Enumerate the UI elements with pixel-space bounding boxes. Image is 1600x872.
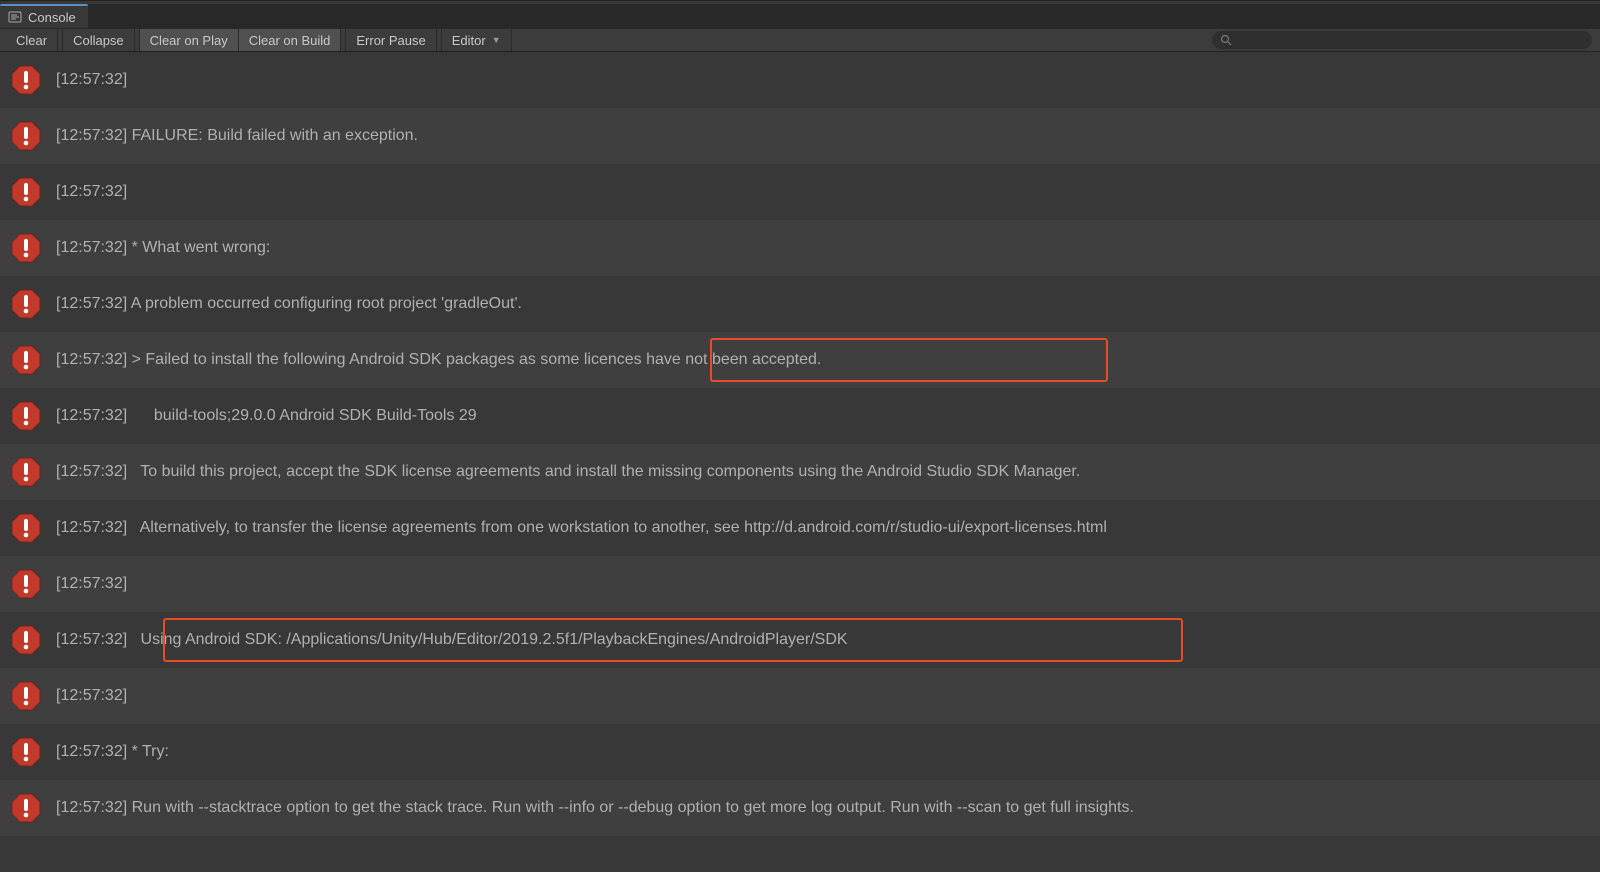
error-icon bbox=[10, 568, 42, 600]
log-message: [12:57:32] Using Android SDK: /Applicati… bbox=[56, 631, 848, 649]
console-tab[interactable]: Console bbox=[0, 4, 88, 28]
log-list: [12:57:32] [12:57:32] FAILURE: Build fai… bbox=[0, 52, 1600, 836]
log-message: [12:57:32] bbox=[56, 183, 127, 201]
log-message: [12:57:32] * What went wrong: bbox=[56, 239, 270, 257]
log-message: [12:57:32] FAILURE: Build failed with an… bbox=[56, 127, 418, 145]
collapse-button[interactable]: Collapse bbox=[62, 29, 135, 51]
error-icon bbox=[10, 288, 42, 320]
error-icon bbox=[10, 680, 42, 712]
error-icon bbox=[10, 736, 42, 768]
log-row[interactable]: [12:57:32] bbox=[0, 52, 1600, 108]
log-row[interactable]: [12:57:32] * What went wrong: bbox=[0, 220, 1600, 276]
log-message: [12:57:32] > Failed to install the follo… bbox=[56, 351, 821, 369]
log-row[interactable]: [12:57:32] Run with --stacktrace option … bbox=[0, 780, 1600, 836]
error-icon bbox=[10, 120, 42, 152]
log-message: [12:57:32] Alternatively, to transfer th… bbox=[56, 519, 1107, 537]
clear-button[interactable]: Clear bbox=[6, 29, 58, 51]
console-tab-label: Console bbox=[28, 10, 76, 25]
log-message: [12:57:32] Run with --stacktrace option … bbox=[56, 799, 1134, 817]
log-row[interactable]: [12:57:32] bbox=[0, 668, 1600, 724]
editor-dropdown-label: Editor bbox=[452, 33, 486, 48]
log-row[interactable]: [12:57:32] > Failed to install the follo… bbox=[0, 332, 1600, 388]
log-message: [12:57:32] To build this project, accept… bbox=[56, 463, 1080, 481]
error-icon bbox=[10, 792, 42, 824]
log-row[interactable]: [12:57:32] bbox=[0, 164, 1600, 220]
log-row[interactable]: [12:57:32] bbox=[0, 556, 1600, 612]
error-icon bbox=[10, 456, 42, 488]
log-row[interactable]: [12:57:32] Using Android SDK: /Applicati… bbox=[0, 612, 1600, 668]
error-icon bbox=[10, 232, 42, 264]
clear-on-build-toggle[interactable]: Clear on Build bbox=[239, 29, 342, 51]
log-message: [12:57:32] bbox=[56, 575, 127, 593]
error-icon bbox=[10, 400, 42, 432]
log-message: [12:57:32] build-tools;29.0.0 Android SD… bbox=[56, 407, 477, 425]
error-pause-toggle[interactable]: Error Pause bbox=[345, 29, 436, 51]
error-icon bbox=[10, 176, 42, 208]
error-icon bbox=[10, 344, 42, 376]
log-row[interactable]: [12:57:32] Alternatively, to transfer th… bbox=[0, 500, 1600, 556]
log-message: [12:57:32] A problem occurred configurin… bbox=[56, 295, 522, 313]
error-icon bbox=[10, 624, 42, 656]
tab-bar: Console bbox=[0, 6, 1600, 28]
chevron-down-icon: ▼ bbox=[492, 35, 501, 45]
editor-dropdown[interactable]: Editor ▼ bbox=[441, 29, 512, 51]
console-tab-icon bbox=[8, 10, 22, 24]
clear-on-play-toggle[interactable]: Clear on Play bbox=[139, 29, 239, 51]
log-row[interactable]: [12:57:32] To build this project, accept… bbox=[0, 444, 1600, 500]
log-row[interactable]: [12:57:32] A problem occurred configurin… bbox=[0, 276, 1600, 332]
log-message: [12:57:32] bbox=[56, 71, 127, 89]
search-icon bbox=[1220, 34, 1232, 46]
log-row[interactable]: [12:57:32] build-tools;29.0.0 Android SD… bbox=[0, 388, 1600, 444]
log-row[interactable]: [12:57:32] * Try: bbox=[0, 724, 1600, 780]
toolbar: Clear Collapse Clear on Play Clear on Bu… bbox=[0, 28, 1600, 52]
log-message: [12:57:32] * Try: bbox=[56, 743, 169, 761]
search-input[interactable] bbox=[1212, 31, 1592, 49]
error-icon bbox=[10, 64, 42, 96]
log-message: [12:57:32] bbox=[56, 687, 127, 705]
error-icon bbox=[10, 512, 42, 544]
log-row[interactable]: [12:57:32] FAILURE: Build failed with an… bbox=[0, 108, 1600, 164]
